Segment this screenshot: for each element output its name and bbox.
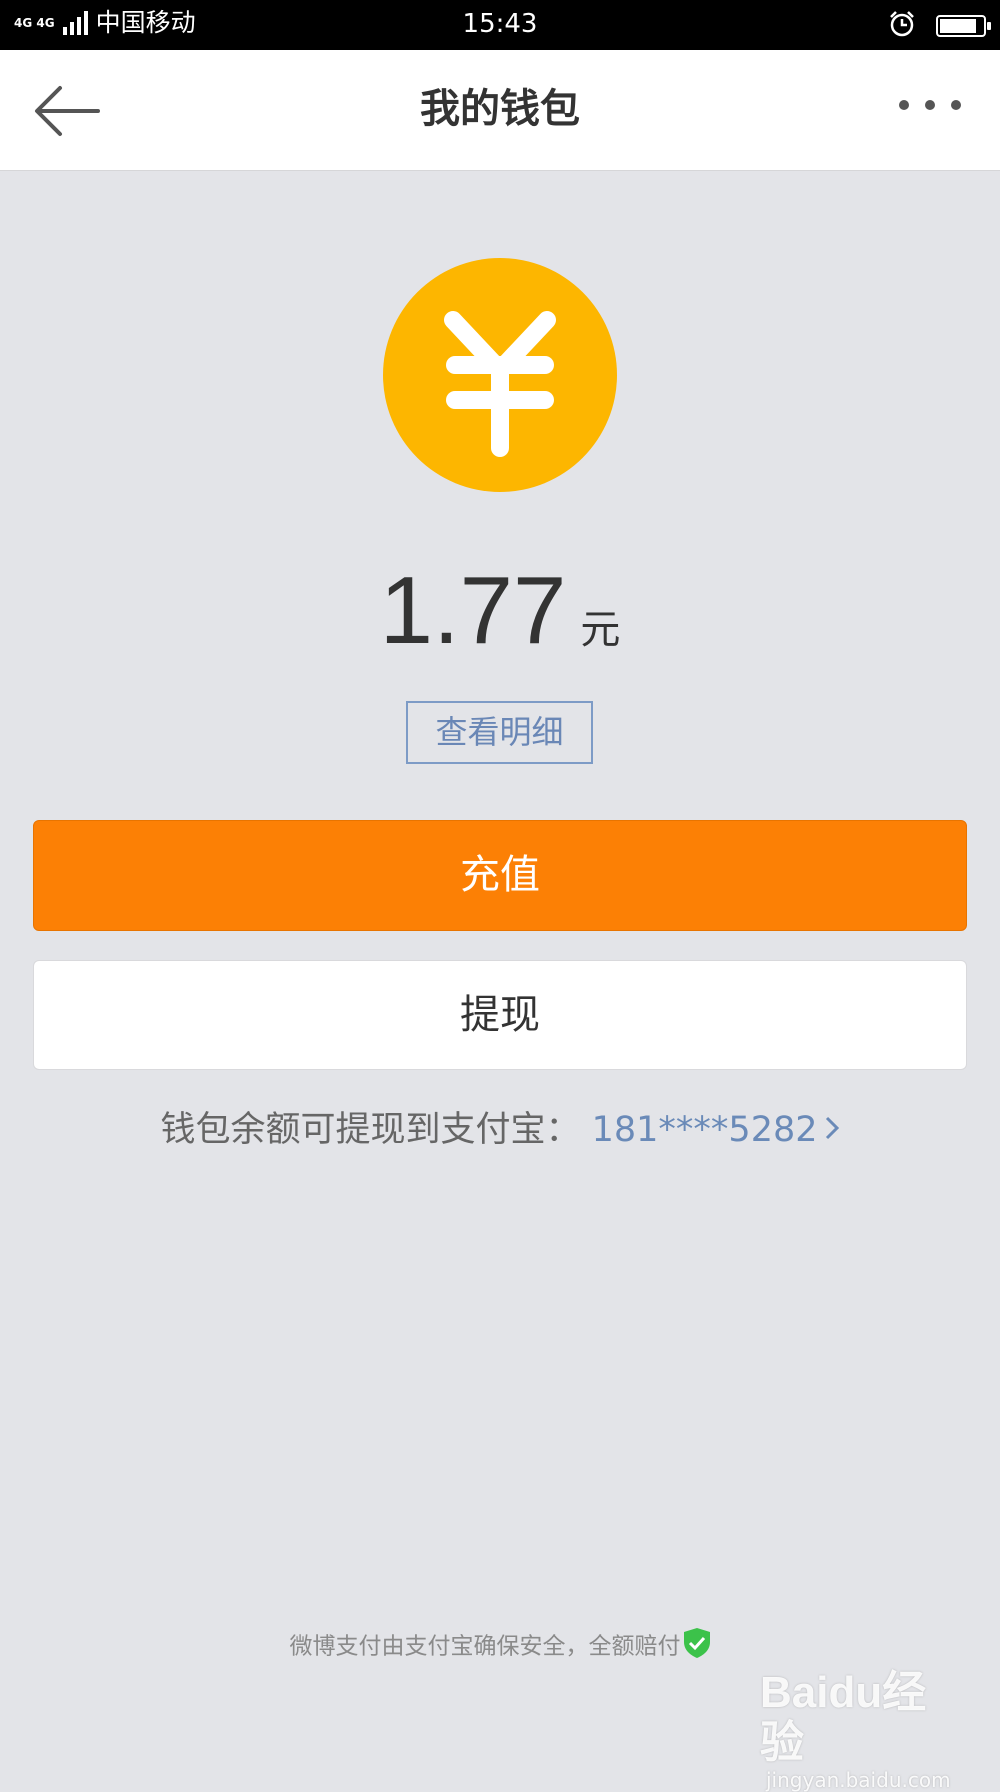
watermark-url: jingyan.baidu.com xyxy=(766,1768,951,1792)
shield-check-icon xyxy=(683,1627,711,1667)
nav-bar: 我的钱包 xyxy=(0,50,1000,171)
alipay-info: 钱包余额可提现到支付宝： 181****5282 xyxy=(0,1108,1000,1152)
watermark-logo: Baidu经验 xyxy=(760,1668,927,1767)
more-dots-icon xyxy=(899,100,961,110)
alipay-account-link[interactable]: 181****5282 xyxy=(592,1110,840,1150)
alarm-icon xyxy=(888,10,916,42)
status-time: 15:43 xyxy=(462,9,538,39)
yuan-coin-icon xyxy=(383,258,617,492)
battery-level xyxy=(940,19,976,33)
more-button[interactable] xyxy=(890,90,970,120)
security-note: 微博支付由支付宝确保安全，全额赔付 xyxy=(0,1627,1000,1667)
status-right xyxy=(888,10,991,42)
chevron-right-icon xyxy=(824,1108,840,1152)
balance-display: 1.77 元 xyxy=(0,556,1000,666)
withdraw-button[interactable]: 提现 xyxy=(33,960,967,1070)
recharge-button[interactable]: 充值 xyxy=(33,820,967,931)
balance-unit: 元 xyxy=(580,607,621,653)
balance-amount: 1.77 xyxy=(379,557,567,664)
battery-icon xyxy=(936,15,991,37)
status-bar: 4G 4G 中国移动 15:43 xyxy=(0,0,1000,50)
baidu-watermark: Baidu经验 jingyan.baidu.com xyxy=(760,1668,960,1792)
alipay-account: 181****5282 xyxy=(591,1110,818,1150)
view-details-button[interactable]: 查看明细 xyxy=(406,701,593,764)
security-note-text: 微博支付由支付宝确保安全，全额赔付 xyxy=(289,1633,681,1660)
page-title: 我的钱包 xyxy=(420,86,580,132)
alipay-label: 钱包余额可提现到支付宝： xyxy=(160,1110,581,1150)
